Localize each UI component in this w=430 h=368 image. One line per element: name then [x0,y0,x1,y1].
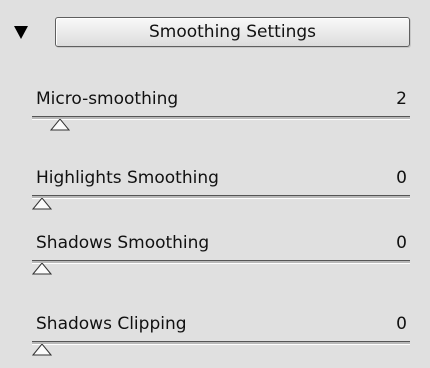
shadows-clipping-control: Shadows Clipping 0 [0,313,430,368]
smoothing-settings-panel: Smoothing Settings Micro-smoothing 2 Hig… [0,0,430,368]
micro-smoothing-slider[interactable] [32,116,410,132]
slider-thumb-icon[interactable] [32,263,52,275]
highlights-smoothing-label: Highlights Smoothing [36,168,219,188]
slider-track[interactable] [32,260,410,264]
shadows-smoothing-slider[interactable] [32,260,410,276]
micro-smoothing-control: Micro-smoothing 2 [0,88,430,148]
panel-header: Smoothing Settings [0,0,430,62]
shadows-smoothing-value: 0 [396,233,407,253]
smoothing-settings-button[interactable]: Smoothing Settings [55,17,410,47]
slider-thumb-icon[interactable] [32,198,52,210]
micro-smoothing-value: 2 [396,89,407,109]
shadows-smoothing-control: Shadows Smoothing 0 [0,232,430,292]
slider-track[interactable] [32,116,410,120]
slider-track[interactable] [32,341,410,345]
slider-thumb-icon[interactable] [32,344,52,356]
shadows-smoothing-label: Shadows Smoothing [36,233,210,253]
shadows-clipping-slider[interactable] [32,341,410,357]
slider-thumb-icon[interactable] [49,119,70,131]
highlights-smoothing-control: Highlights Smoothing 0 [0,167,430,227]
micro-smoothing-label: Micro-smoothing [36,89,179,109]
highlights-smoothing-value: 0 [396,168,407,188]
collapse-triangle-icon[interactable] [14,26,28,39]
highlights-smoothing-slider[interactable] [32,195,410,211]
slider-track[interactable] [32,195,410,199]
shadows-clipping-value: 0 [396,314,407,334]
shadows-clipping-label: Shadows Clipping [36,314,187,334]
